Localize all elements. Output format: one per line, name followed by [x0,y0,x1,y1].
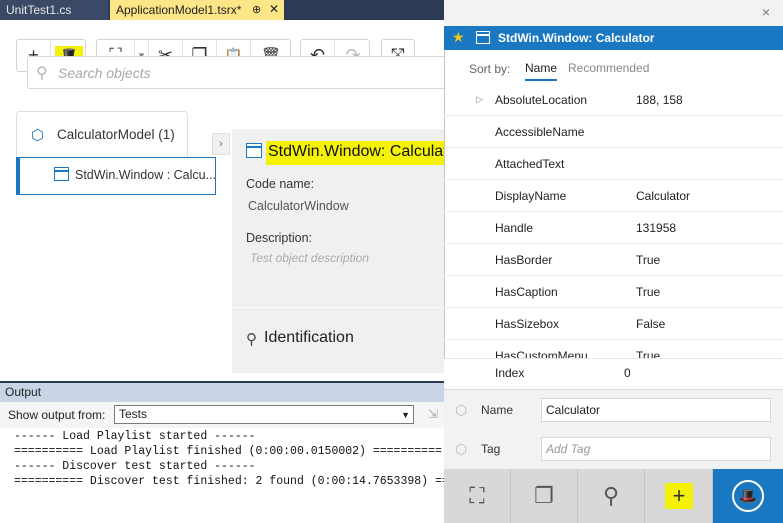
property-row[interactable]: AttachedText [444,148,783,180]
close-icon[interactable]: ✕ [269,2,279,16]
search-placeholder: Search objects [58,65,151,81]
property-row[interactable]: HasBorder True [444,244,783,276]
cube-icon: ⬡ [455,402,468,418]
search-icon: ⚲ [36,65,48,82]
document-tab-strip: UnitTest1.cs ApplicationModel1.tsrx* ⊕ ✕ [0,0,445,20]
output-line: ========== Discover test finished: 2 fou… [14,475,445,488]
output-text: ------ Load Playlist started ------ =====… [0,428,445,523]
window-icon [476,31,490,44]
search-icon: ⚲ [246,331,257,348]
highlight-button[interactable]: ⛶ [444,469,511,523]
frame-icon: ⛶ [469,483,485,508]
property-row[interactable]: ▷ AbsoluteLocation 188, 158 [444,84,783,116]
close-icon[interactable]: × [762,4,770,20]
identification-header[interactable]: Identification [264,329,354,347]
cube-icon: ⬡ [31,127,45,144]
tab-label: UnitTest1.cs [6,3,72,17]
property-name: HasSizebox [495,317,560,331]
property-row-index[interactable]: Index 0 [444,358,783,388]
code-name-value[interactable]: CalculatorWindow [248,199,349,213]
name-field[interactable]: Calculator [541,398,771,422]
property-name: AttachedText [495,157,565,171]
show-output-label: Show output from: [8,408,106,422]
tag-icon: ⬡ [455,441,468,457]
property-name: DisplayName [495,189,567,203]
divider [232,307,445,308]
property-value: 188, 158 [636,93,683,107]
spy-object-button[interactable]: ⚲ [578,469,645,523]
property-row[interactable]: HasCustomMenu True [444,340,783,359]
properties-topbar [444,0,783,26]
property-value: False [636,317,666,331]
find-message-icon[interactable]: ⇲ [428,407,443,422]
tab-label: ApplicationModel1.tsrx* [116,3,242,17]
output-line: ========== Load Playlist finished (0:00:… [14,445,442,458]
property-value: 131958 [636,221,677,235]
sort-label: Sort by: [469,62,511,76]
tree-item-window[interactable]: StdWin.Window : Calcu... [16,157,216,195]
properties-header: ★ StdWin.Window: Calculator [444,26,783,50]
output-line: ------ Load Playlist started ------ [14,430,256,443]
collapse-panel-button[interactable]: › [212,133,230,155]
output-line: ------ Discover test started ------ [14,460,256,473]
tree-item-label: StdWin.Window : Calcu... [75,168,217,182]
property-row[interactable]: HasCaption True [444,276,783,308]
property-value: 0 [624,366,631,380]
expand-icon[interactable]: ▷ [476,94,483,105]
property-value: True [636,253,661,267]
star-icon[interactable]: ★ [452,29,465,46]
property-row[interactable]: Handle 131958 [444,212,783,244]
tab-unittest[interactable]: UnitTest1.cs [0,0,108,20]
add-object-button[interactable]: + [646,469,713,523]
show-output-select[interactable]: Tests ▼ [114,405,414,424]
name-label: Name [481,403,514,417]
tag-label: Tag [481,442,501,456]
add-cube-icon: + [664,483,694,509]
description-label: Description: [246,231,312,245]
property-name: HasBorder [495,253,553,267]
tab-application-model[interactable]: ApplicationModel1.tsrx* ⊕ ✕ [110,0,284,20]
property-name: Index [495,366,525,380]
tag-field[interactable]: Add Tag [541,437,771,461]
properties-title: StdWin.Window: Calculator [498,31,655,45]
properties-list: ▷ AbsoluteLocation 188, 158 AccessibleNa… [444,84,783,359]
search-cube-icon: ⚲ [602,483,620,508]
property-value: Calculator [636,189,691,203]
window-icon [54,167,69,181]
spy-hat-icon: 🎩 [732,480,764,512]
tree-root-label: CalculatorModel (1) [57,127,175,142]
search-input[interactable]: ⚲ Search objects [27,56,445,89]
agent-button[interactable]: 🎩 [713,469,783,523]
code-name-label: Code name: [246,177,315,191]
property-row[interactable]: HasSizebox False [444,308,783,340]
property-name: Handle [495,221,534,235]
pin-icon[interactable]: ⊕ [252,3,261,16]
property-row[interactable]: DisplayName Calculator [444,180,783,212]
description-field[interactable]: Test object description [250,251,369,265]
copy-icon: ❐ [534,483,554,508]
window-icon [246,143,262,158]
tree-root[interactable]: ⬡ CalculatorModel (1) [16,111,188,159]
show-output-value: Tests [119,407,148,421]
property-name: AbsoluteLocation [495,93,588,107]
property-name: HasCaption [495,285,558,299]
output-title: Output [0,383,445,402]
sort-by-recommended-tab[interactable]: Recommended [568,61,649,75]
detail-title: StdWin.Window: Calculator [266,141,445,165]
copy-properties-button[interactable]: ❐ [511,469,578,523]
property-row[interactable]: AccessibleName [444,116,783,148]
property-value: True [636,285,661,299]
chevron-down-icon: ▼ [401,410,410,420]
property-name: AccessibleName [495,125,585,139]
sort-by-name-tab[interactable]: Name [525,61,558,81]
